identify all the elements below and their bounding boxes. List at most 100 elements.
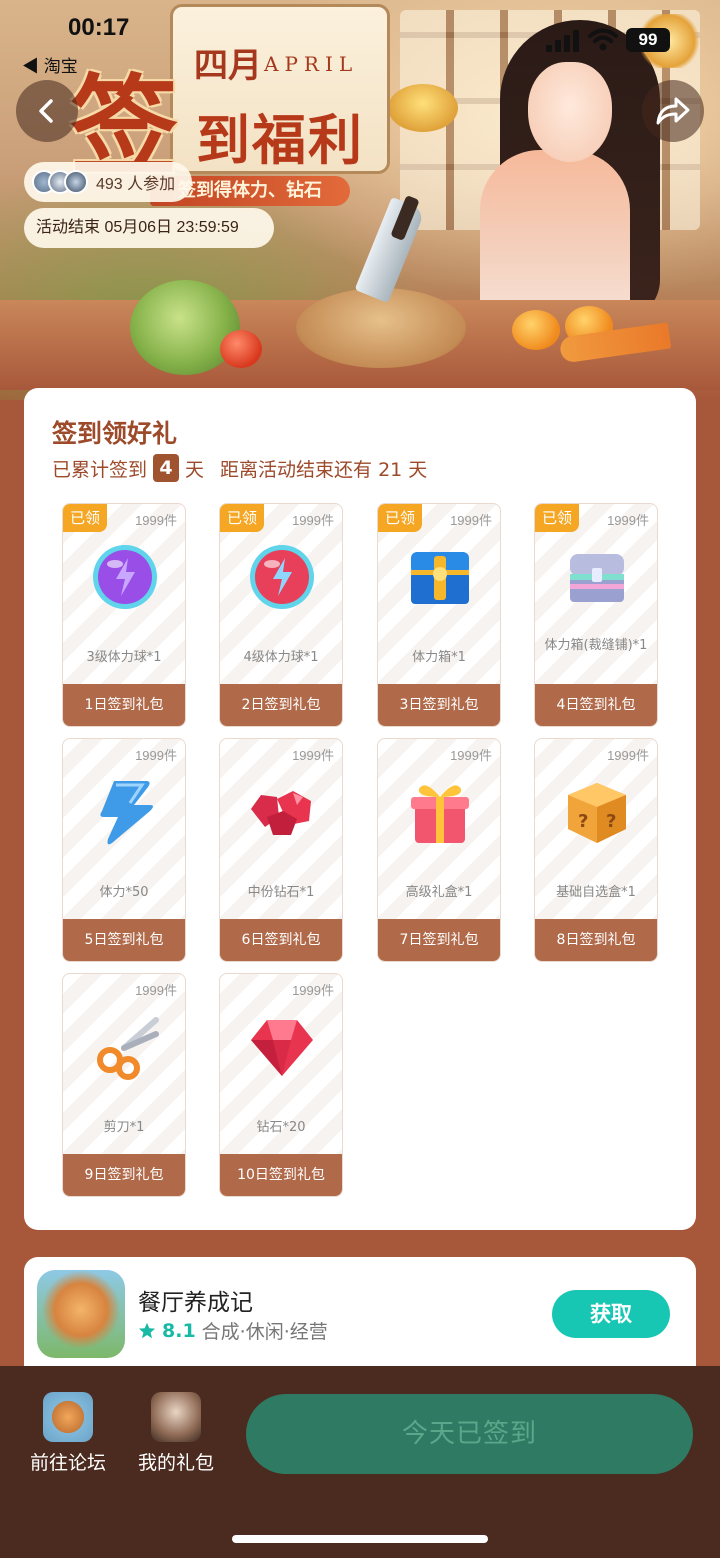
- gift-name: 体力*50: [99, 885, 149, 900]
- my-gifts-link[interactable]: 我的礼包: [126, 1392, 226, 1475]
- back-to-app-link[interactable]: ◀ 淘宝: [22, 52, 78, 77]
- gift-card-day7[interactable]: 1999件 高级礼盒*1 7日签到礼包: [377, 738, 501, 962]
- cellular-signal-icon: [546, 30, 579, 52]
- blue-chest-icon: [411, 552, 469, 604]
- gift-stock: 1999件: [135, 748, 177, 763]
- participant-count: 493 人参加: [96, 176, 176, 193]
- purple-energy-orb-icon: [93, 545, 157, 609]
- back-button[interactable]: [16, 80, 78, 142]
- gift-stock: 1999件: [292, 513, 334, 528]
- gift-box-icon: [411, 785, 469, 843]
- gift-bag-icon: [151, 1392, 201, 1442]
- gift-stock: 1999件: [607, 513, 649, 528]
- gift-day-label: 5日签到礼包: [63, 919, 185, 961]
- home-indicator[interactable]: [232, 1535, 488, 1543]
- app-info-card[interactable]: 餐厅养成记 8.1 合成·休闲·经营 获取: [24, 1257, 696, 1367]
- claimed-badge: 已领: [220, 504, 264, 532]
- share-icon: [656, 97, 690, 125]
- gift-card-day10[interactable]: 1999件 钻石*20 10日签到礼包: [219, 973, 343, 1197]
- mystery-box-icon: ? ?: [568, 783, 626, 843]
- gift-name: 剪刀*1: [103, 1120, 145, 1135]
- gift-card-day3[interactable]: 已领 1999件 体力箱*1 3日签到礼包: [377, 503, 501, 727]
- progress-unit: 天: [185, 458, 205, 481]
- event-end-time: 活动结束 05月06日 23:59:59: [24, 208, 274, 248]
- scissors-icon: [97, 1017, 159, 1080]
- gift-day-label: 1日签到礼包: [63, 684, 185, 726]
- checked-in-button[interactable]: 今天已签到: [246, 1394, 693, 1474]
- forum-label: 前往论坛: [29, 1452, 106, 1474]
- battery-indicator: 99: [626, 28, 670, 52]
- star-icon: [138, 1322, 156, 1338]
- gift-day-label: 9日签到礼包: [63, 1154, 185, 1196]
- gift-card-day1[interactable]: 已领 1999件 3级体力球*1 1日签到礼包: [62, 503, 186, 727]
- gift-card-day6[interactable]: 1999件 中份钻石*1 6日签到礼包: [219, 738, 343, 962]
- checkin-progress: 已累计签到 4 天 距离活动结束还有 21 天: [52, 454, 427, 482]
- wifi-icon: [588, 28, 618, 51]
- gift-name: 体力箱*1: [412, 650, 466, 665]
- month-en: APRIL: [264, 52, 359, 76]
- gift-name: 体力箱(裁缝铺)*1: [544, 638, 648, 653]
- girl-dress: [480, 150, 630, 320]
- checkin-card: 签到领好礼 已累计签到 4 天 距离活动结束还有 21 天 已领 1999件 3…: [24, 388, 696, 1230]
- red-energy-orb-icon: [250, 545, 314, 609]
- gift-stock: 1999件: [292, 748, 334, 763]
- get-app-button[interactable]: 获取: [552, 1290, 670, 1338]
- gift-day-label: 6日签到礼包: [220, 919, 342, 961]
- gift-card-day5[interactable]: 1999件 体力*50 5日签到礼包: [62, 738, 186, 962]
- forum-icon: [43, 1392, 93, 1442]
- bottom-action-bar: 前往论坛 我的礼包 今天已签到: [0, 1366, 720, 1558]
- gift-day-label: 7日签到礼包: [378, 919, 500, 961]
- gift-name: 钻石*20: [256, 1120, 306, 1135]
- gift-stock: 1999件: [450, 748, 492, 763]
- gift-day-label: 3日签到礼包: [378, 684, 500, 726]
- girl-face: [528, 62, 612, 162]
- days-signed-count: 4: [153, 454, 180, 482]
- app-tags: 合成·休闲·经营: [201, 1321, 328, 1343]
- claimed-badge: 已领: [535, 504, 579, 532]
- gift-day-label: 2日签到礼包: [220, 684, 342, 726]
- app-meta: 8.1 合成·休闲·经营: [138, 1317, 328, 1344]
- gift-day-label: 4日签到礼包: [535, 684, 657, 726]
- claimed-badge: 已领: [63, 504, 107, 532]
- month-cn: 四月: [194, 46, 262, 86]
- lightning-icon: [100, 781, 153, 845]
- app-name: 餐厅养成记: [138, 1290, 253, 1316]
- gift-day-label: 8日签到礼包: [535, 919, 657, 961]
- forum-link[interactable]: 前往论坛: [18, 1392, 118, 1475]
- checkin-title: 签到领好礼: [52, 419, 178, 448]
- gift-stock: 1999件: [135, 983, 177, 998]
- ruby-cluster-icon: [251, 791, 311, 835]
- gift-card-day2[interactable]: 已领 1999件 4级体力球*1 2日签到礼包: [219, 503, 343, 727]
- share-button[interactable]: [642, 80, 704, 142]
- gift-name: 4级体力球*1: [243, 650, 319, 665]
- progress-prefix: 已累计签到: [52, 458, 148, 481]
- silver-chest-icon: [570, 554, 624, 602]
- chevron-left-icon: [39, 99, 53, 123]
- avatar: [64, 170, 88, 194]
- gift-card-day9[interactable]: 1999件 剪刀*1 9日签到礼包: [62, 973, 186, 1197]
- my-gifts-label: 我的礼包: [137, 1452, 214, 1474]
- svg-text:?: ?: [606, 811, 616, 832]
- gift-stock: 1999件: [135, 513, 177, 528]
- app-icon: [37, 1270, 125, 1358]
- status-time: 00:17: [68, 14, 130, 41]
- diamond-icon: [251, 1020, 313, 1076]
- gift-stock: 1999件: [607, 748, 649, 763]
- claimed-badge: 已领: [378, 504, 422, 532]
- gift-name: 高级礼盒*1: [405, 885, 473, 900]
- knife-blade-art: [354, 196, 426, 304]
- svg-text:?: ?: [578, 811, 588, 832]
- orange-art: [512, 310, 560, 350]
- gift-card-day4[interactable]: 已领 1999件 体力箱(裁缝铺)*1 4日签到礼包: [534, 503, 658, 727]
- gift-stock: 1999件: [450, 513, 492, 528]
- gift-card-day8[interactable]: 1999件 ? ? 基础自选盒*1 8日签到礼包: [534, 738, 658, 962]
- gift-name: 3级体力球*1: [86, 650, 162, 665]
- gift-name: 中份钻石*1: [247, 885, 315, 900]
- remaining-days-text: 距离活动结束还有 21 天: [220, 458, 428, 481]
- gift-day-label: 10日签到礼包: [220, 1154, 342, 1196]
- banner-title-rest: 到福利: [196, 108, 364, 172]
- app-rating: 8.1: [162, 1319, 196, 1342]
- tomato-art: [220, 330, 262, 368]
- gift-name: 基础自选盒*1: [556, 885, 636, 900]
- participants-pill: 493 人参加: [24, 162, 192, 202]
